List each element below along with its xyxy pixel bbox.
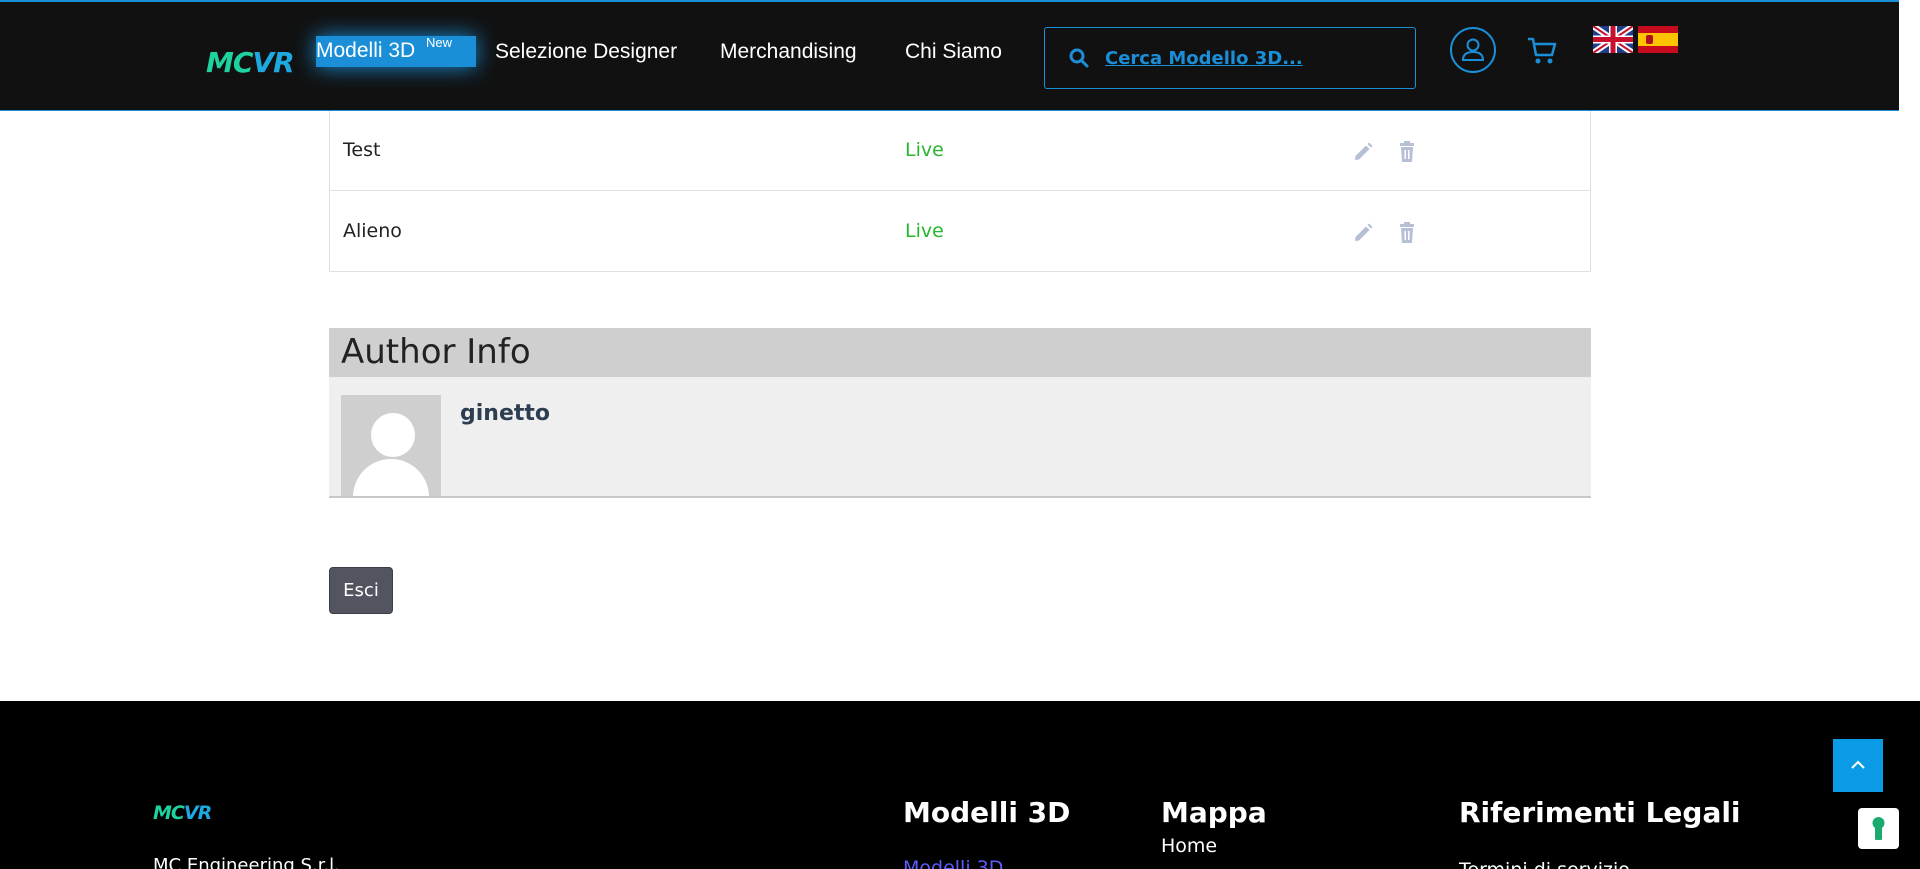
nav-item-merchandising[interactable]: Merchandising — [720, 40, 857, 64]
scroll-to-top-button[interactable] — [1833, 739, 1883, 792]
nav-item-label: Modelli 3D — [316, 39, 416, 62]
footer-link-modelli-3d[interactable]: Modelli 3D — [903, 857, 1003, 869]
footer-heading-riferimenti-legali: Riferimenti Legali — [1459, 796, 1741, 829]
status-label: Live — [905, 139, 944, 161]
site-logo[interactable]: MCVR — [206, 46, 295, 79]
trash-icon[interactable] — [1397, 222, 1417, 244]
trash-icon[interactable] — [1397, 141, 1417, 163]
edit-icon[interactable] — [1352, 222, 1374, 244]
table-row: Alieno Live — [330, 192, 1590, 272]
footer-heading-mappa: Mappa — [1161, 796, 1267, 829]
flag-es-icon[interactable] — [1638, 26, 1678, 53]
nav-item-modelli-3d[interactable]: Modelli 3D New — [316, 35, 476, 67]
author-info-header: Author Info — [329, 328, 1591, 377]
user-account-button[interactable] — [1450, 27, 1496, 73]
cart-icon[interactable] — [1526, 36, 1558, 66]
chevron-up-icon — [1851, 760, 1865, 769]
author-name: ginetto — [460, 401, 551, 426]
author-info-title: Author Info — [341, 332, 531, 372]
status-label: Live — [905, 220, 944, 242]
models-table: Test Live Alieno Live — [329, 111, 1591, 272]
avatar — [341, 395, 441, 496]
table-row: Test Live — [330, 111, 1590, 191]
author-info-panel: ginetto — [329, 377, 1591, 498]
nav-item-selezione-designer[interactable]: Selezione Designer — [495, 40, 677, 64]
search-input[interactable] — [1105, 42, 1395, 74]
flag-uk-icon[interactable] — [1593, 26, 1633, 53]
user-icon — [1461, 38, 1485, 61]
edit-icon[interactable] — [1352, 141, 1374, 163]
esci-button[interactable]: Esci — [329, 567, 393, 614]
model-name: Alieno — [343, 220, 402, 242]
footer-logo[interactable]: MCVR — [153, 802, 212, 824]
site-header: MCVR Modelli 3D New Selezione Designer M… — [0, 0, 1899, 111]
cookie-settings-button[interactable] — [1858, 808, 1899, 849]
nav-item-chi-siamo[interactable]: Chi Siamo — [905, 40, 1002, 64]
footer-heading-modelli-3d: Modelli 3D — [903, 796, 1071, 829]
footer-link-home[interactable]: Home — [1161, 835, 1217, 857]
search-icon — [1069, 48, 1089, 68]
new-badge: New — [426, 35, 453, 50]
keyhole-icon — [1872, 817, 1885, 840]
site-footer: MCVR MC Engineering S.r.l. Modelli 3D Mo… — [0, 701, 1920, 869]
search-box[interactable] — [1044, 27, 1416, 89]
company-name: MC Engineering S.r.l. — [153, 855, 340, 869]
footer-link-termini[interactable]: Termini di servizio — [1459, 859, 1630, 869]
model-name: Test — [343, 139, 381, 161]
